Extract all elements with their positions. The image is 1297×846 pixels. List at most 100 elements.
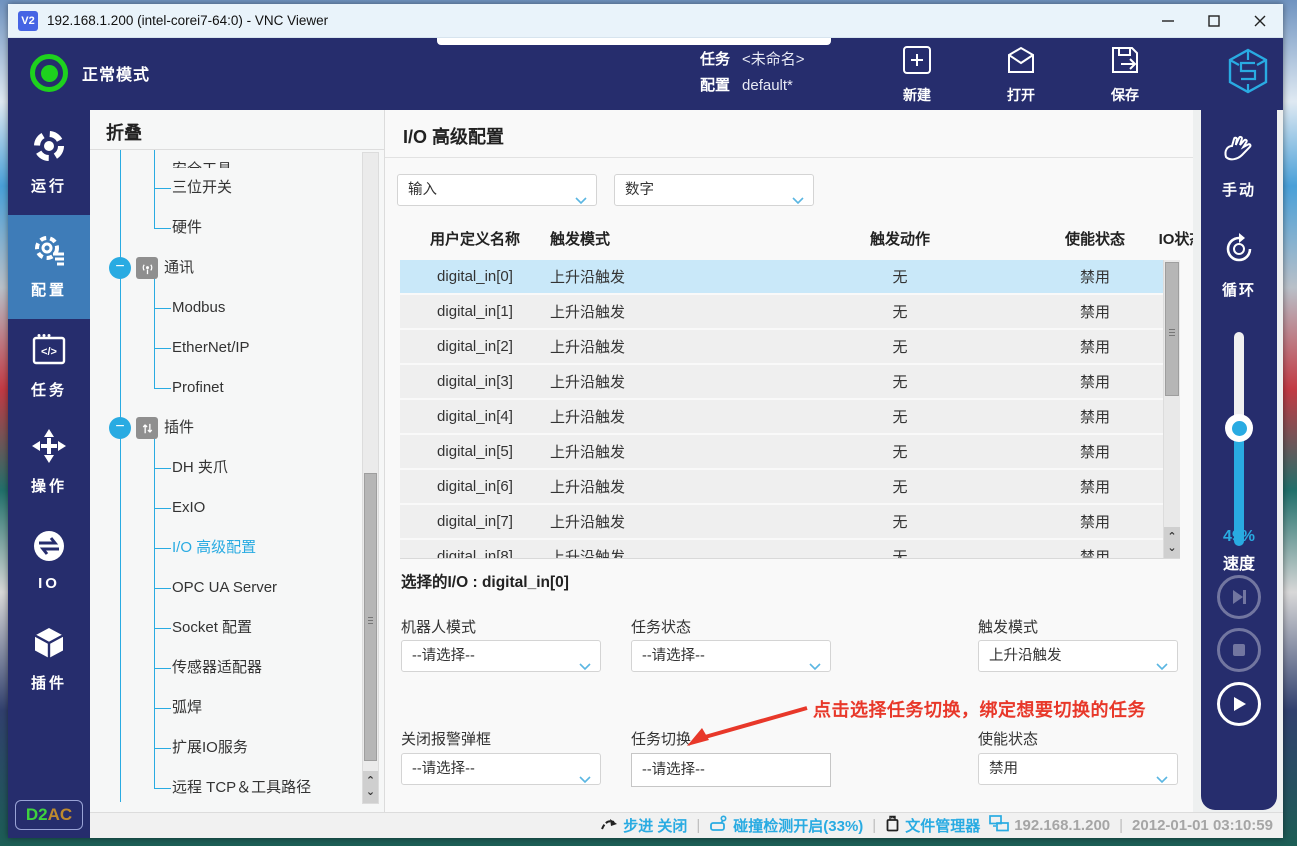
chevron-down-icon (575, 186, 587, 216)
new-button[interactable]: 新建 (888, 44, 946, 105)
vnc-toolbar-notch[interactable] (437, 38, 831, 45)
tree-item-io-advanced-config[interactable]: I/O 高级配置 (90, 528, 384, 568)
sidebar-item-io[interactable]: IO (8, 528, 90, 592)
save-icon (1109, 44, 1141, 81)
table-row[interactable]: digital_in[1] 上升沿触发无禁用 (400, 295, 1180, 330)
new-file-icon (901, 44, 933, 81)
d2ac-badge[interactable]: D2 AC (15, 800, 83, 830)
datetime-label: 2012-01-01 03:10:59 (1132, 817, 1273, 834)
tree-item-hardware[interactable]: 硬件 (90, 208, 384, 248)
task-switch-select[interactable]: --请选择-- (631, 753, 831, 787)
enable-state-label: 使能状态 (978, 731, 1039, 748)
hand-icon (1220, 130, 1258, 173)
tree-item-ethernet-ip[interactable]: EtherNet/IP (90, 328, 384, 368)
tree-item-exio[interactable]: ExIO (90, 488, 384, 528)
task-state-select[interactable]: --请选择-- (631, 640, 831, 672)
sidebar-item-plugin[interactable]: 插件 (8, 625, 90, 693)
tree-item-profinet[interactable]: Profinet (90, 368, 384, 408)
scroll-down-icon: ⌄ (1167, 542, 1177, 554)
collision-icon (709, 815, 728, 836)
page-title: I/O 高级配置 (403, 127, 505, 147)
io-cycle-icon (31, 528, 67, 569)
enable-state-select[interactable]: 禁用 (978, 753, 1178, 785)
collision-status[interactable]: 碰撞检测开启(33%) (709, 815, 863, 836)
stop-button[interactable] (1217, 628, 1261, 672)
chevron-down-icon (792, 186, 804, 216)
tree-item-three-pos-switch[interactable]: 三位开关 (90, 168, 384, 208)
table-row[interactable]: digital_in[4] 上升沿触发无禁用 (400, 400, 1180, 435)
play-button[interactable] (1217, 682, 1261, 726)
tree-scrollbar-arrows[interactable]: ⌃ ⌄ (363, 771, 378, 803)
tree-item-socket-config[interactable]: Socket 配置 (90, 608, 384, 648)
tree-item-arc-welding[interactable]: 弧焊 (90, 688, 384, 728)
sidebar-item-run[interactable]: 运行 (8, 128, 90, 196)
scroll-up-icon: ⌃ (365, 775, 376, 787)
table-row[interactable]: digital_in[8] 上升沿触发无禁用 (400, 540, 1180, 558)
file-manager-status[interactable]: 文件管理器 (885, 815, 980, 836)
mode-label: 正常模式 (82, 67, 151, 84)
table-row[interactable]: digital_in[2] 上升沿触发无禁用 (400, 330, 1180, 365)
tree-collapse-header[interactable]: 折叠 (90, 110, 384, 150)
tree-item-communication[interactable]: − 通讯 (90, 248, 384, 288)
speed-slider-thumb[interactable] (1225, 414, 1253, 443)
swap-arrows-icon (136, 417, 158, 439)
sidebar-item-config[interactable]: 配置 (8, 232, 90, 300)
trigger-mode-label: 触发模式 (978, 619, 1039, 636)
collapse-minus-icon[interactable]: − (109, 257, 131, 279)
table-scrollbar-arrows[interactable]: ⌃ ⌄ (1164, 527, 1180, 558)
step-status[interactable]: 步进 关闭 (601, 815, 687, 836)
move-arrows-icon (31, 428, 67, 469)
table-scrollbar-thumb[interactable] (1165, 262, 1179, 396)
tree-scrollbar[interactable]: ⌃ ⌄ (362, 152, 379, 804)
robot-mode-select[interactable]: --请选择-- (401, 640, 601, 672)
app-topbar: 正常模式 任务 <未命名> 配置 default* 新建 打开 保存 (8, 38, 1283, 110)
tree-item-sensor-adapter[interactable]: 传感器适配器 (90, 648, 384, 688)
tree-item-opc-ua-server[interactable]: OPC UA Server (90, 568, 384, 608)
window-titlebar[interactable]: V2 192.168.1.200 (intel-corei7-64:0) - V… (8, 4, 1283, 38)
io-type-select[interactable]: 数字 (614, 174, 814, 206)
close-button[interactable] (1237, 4, 1283, 37)
io-direction-select[interactable]: 输入 (397, 174, 597, 206)
tree-item-safety-tool[interactable]: 安全工具 (90, 150, 384, 168)
loop-mode-button[interactable]: 循环 (1201, 230, 1277, 300)
cube-icon (31, 625, 67, 666)
maximize-button[interactable] (1191, 4, 1237, 37)
table-scrollbar[interactable]: ⌃ ⌄ (1163, 260, 1180, 558)
tree-item-extended-io-service[interactable]: 扩展IO服务 (90, 728, 384, 768)
table-row[interactable]: digital_in[5] 上升沿触发无禁用 (400, 435, 1180, 470)
table-row[interactable]: digital_in[6] 上升沿触发无禁用 (400, 470, 1180, 505)
tree-item-plugins[interactable]: − 插件 (90, 408, 384, 448)
network-icon (989, 815, 1010, 836)
minimize-button[interactable] (1145, 4, 1191, 37)
task-value: <未命名> (742, 51, 805, 68)
status-ring-icon (30, 54, 68, 92)
svg-text:</>: </> (41, 346, 57, 358)
open-button[interactable]: 打开 (992, 44, 1050, 105)
tree-item-remote-tcp-toolpath[interactable]: 远程 TCP＆工具路径 (90, 768, 384, 808)
chevron-down-icon (579, 652, 591, 682)
sidebar-item-task[interactable]: </> 任务 (8, 332, 90, 400)
speed-slider[interactable] (1225, 332, 1253, 546)
annotation-text: 点击选择任务切换，绑定想要切换的任务 (813, 700, 1146, 720)
close-alarm-select[interactable]: --请选择-- (401, 753, 601, 785)
table-row[interactable]: digital_in[7] 上升沿触发无禁用 (400, 505, 1180, 540)
table-row[interactable]: digital_in[0] 上升沿触发无禁用 (400, 260, 1180, 295)
vnc-logo-icon: V2 (18, 10, 38, 31)
sidebar-item-operate[interactable]: 操作 (8, 428, 90, 496)
step-forward-button[interactable] (1217, 575, 1261, 619)
tree-item-dh-gripper[interactable]: DH 夹爪 (90, 448, 384, 488)
manual-mode-button[interactable]: 手动 (1201, 130, 1277, 200)
step-icon (601, 816, 618, 835)
tree-item-modbus[interactable]: Modbus (90, 288, 384, 328)
tree-scrollbar-thumb[interactable] (364, 473, 377, 761)
run-target-icon (31, 128, 67, 169)
table-row[interactable]: digital_in[3] 上升沿触发无禁用 (400, 365, 1180, 400)
right-sidebar: 手动 循环 49% 速度 (1201, 110, 1277, 810)
chevron-down-icon (809, 652, 821, 682)
save-button[interactable]: 保存 (1096, 44, 1154, 105)
trigger-mode-select[interactable]: 上升沿触发 (978, 640, 1178, 672)
network-status: 192.168.1.200 (989, 815, 1110, 836)
gear-icon (31, 232, 67, 273)
collapse-minus-icon[interactable]: − (109, 417, 131, 439)
vnc-window: V2 192.168.1.200 (intel-corei7-64:0) - V… (8, 4, 1283, 838)
